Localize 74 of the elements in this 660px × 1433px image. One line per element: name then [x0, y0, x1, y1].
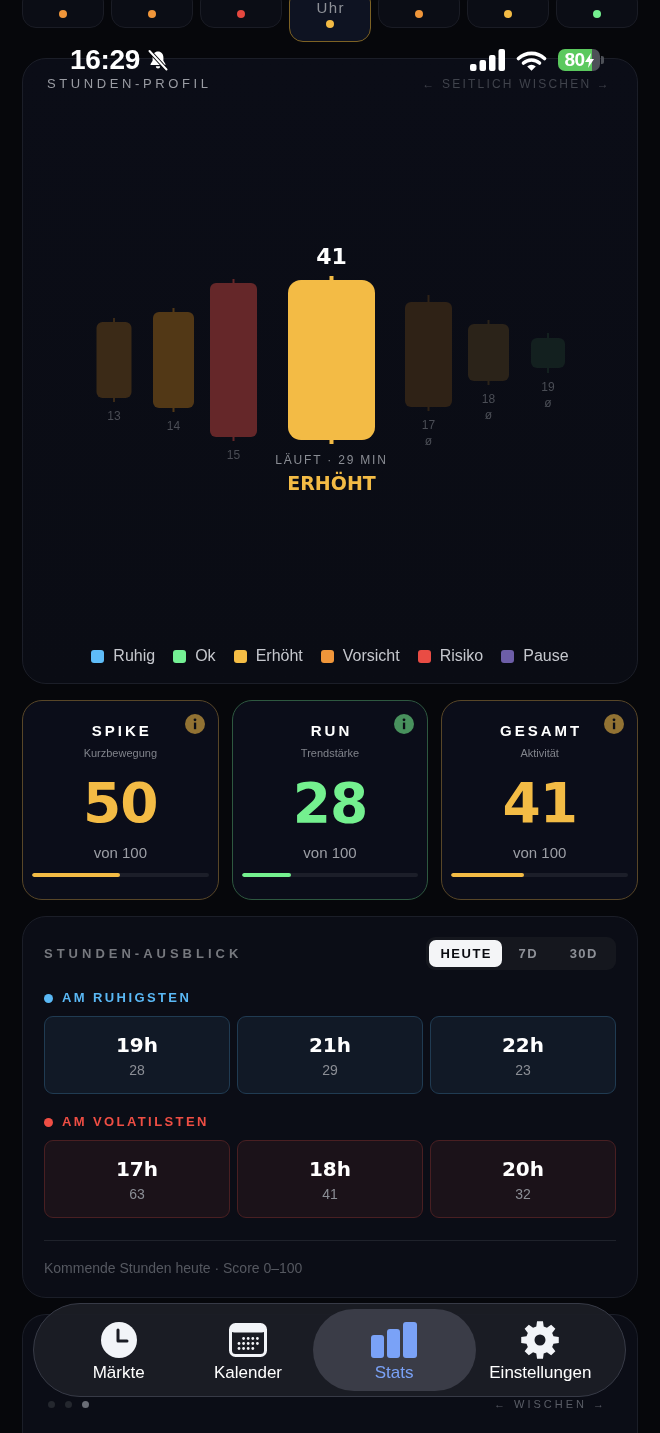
score-value: 50 — [83, 774, 158, 831]
score-subtitle: Aktivität — [520, 745, 559, 760]
legend-label: Vorsicht — [342, 646, 400, 666]
forecast-mark: ø — [544, 396, 552, 410]
clock-icon — [100, 1322, 137, 1358]
clock-time: 16:29 — [70, 46, 141, 74]
hour-tile[interactable] — [556, 0, 638, 28]
info-icon[interactable] — [184, 714, 205, 734]
battery-percent: 80 — [564, 49, 585, 71]
hour-text: 19h — [115, 1032, 159, 1057]
hour-tile[interactable] — [378, 0, 460, 28]
hour-text: 22h — [501, 1032, 545, 1057]
elapsed-time: LÄUFT · 29 MIN — [275, 453, 388, 467]
score-text: 32 — [515, 1184, 531, 1203]
legend-label: Ruhig — [113, 646, 156, 666]
legend-label: Ok — [195, 646, 216, 666]
hour-tile[interactable] — [111, 0, 193, 28]
hour-label: 14 — [166, 419, 181, 433]
hour-tile[interactable] — [467, 0, 549, 28]
score-text: 29 — [322, 1060, 338, 1079]
score-scale: von 100 — [303, 843, 357, 862]
settings-icon — [521, 1321, 560, 1359]
range-tab[interactable]: HEUTE — [428, 940, 502, 967]
score-value: 41 — [502, 774, 577, 831]
hour-text: 17h — [115, 1156, 159, 1181]
score-text: 23 — [515, 1060, 531, 1079]
current-score: 41 — [316, 243, 347, 269]
signal-icon — [470, 49, 505, 71]
forecast-mark: ø — [484, 408, 493, 422]
hour-tile[interactable] — [22, 0, 104, 28]
score-title: SPIKE — [90, 721, 152, 740]
legend-label: Pause — [523, 646, 569, 666]
tab-button[interactable]: Stats — [312, 1309, 476, 1391]
legend-label: Erhöht — [255, 646, 303, 666]
hour-text: 20h — [501, 1156, 545, 1181]
score-title: RUN — [309, 721, 353, 740]
group-title: AM RUHIGSTEN — [62, 990, 192, 1006]
forecast-mark: ø — [424, 434, 433, 448]
group-title: AM VOLATILSTEN — [62, 1114, 209, 1130]
footnote: Kommende Stunden heute · Score 0–100 — [44, 1259, 304, 1277]
wifi-icon — [516, 49, 547, 71]
section-title: STUNDEN-AUSBLICK — [44, 945, 243, 962]
legend-label: Risiko — [439, 646, 484, 666]
score-subtitle: Trendstärke — [300, 745, 360, 760]
hour-label: 13 — [107, 409, 121, 423]
tab-button[interactable]: Märkte — [86, 1309, 151, 1391]
bar-chart-icon — [371, 1322, 418, 1358]
score-value: 28 — [292, 774, 368, 831]
section-title: STUNDEN-PROFIL — [47, 76, 212, 92]
score-title: GESAMT — [499, 721, 583, 740]
hour-text: 18h — [308, 1156, 352, 1181]
activity-level: ERHÖHT — [287, 472, 376, 494]
score-text: 28 — [129, 1060, 145, 1079]
score-scale: von 100 — [512, 843, 567, 862]
score-scale: von 100 — [93, 843, 147, 862]
hour-tile[interactable] — [200, 0, 282, 28]
hour-label: 17 — [421, 418, 436, 432]
score-text: 63 — [129, 1184, 145, 1203]
calendar-icon — [229, 1323, 267, 1357]
info-icon[interactable] — [394, 714, 415, 734]
hour-label: 18 — [481, 392, 496, 406]
tab-button[interactable]: Einstellungen — [483, 1309, 598, 1391]
hour-label: 15 — [226, 448, 241, 462]
score-text: 41 — [322, 1184, 338, 1203]
info-icon[interactable] — [604, 714, 624, 734]
hour-tile[interactable]: Uhr — [289, 0, 371, 42]
hour-text: 21h — [308, 1032, 352, 1057]
tab-button[interactable]: Kalender — [207, 1309, 288, 1391]
bolt-icon — [584, 52, 594, 68]
score-subtitle: Kurzbewegung — [83, 745, 157, 760]
swipe-hint: ← WISCHEN → — [493, 1397, 607, 1411]
range-tab[interactable]: 7D — [502, 940, 554, 967]
hour-label: 19 — [541, 380, 555, 394]
range-tab[interactable]: 30D — [553, 940, 613, 967]
